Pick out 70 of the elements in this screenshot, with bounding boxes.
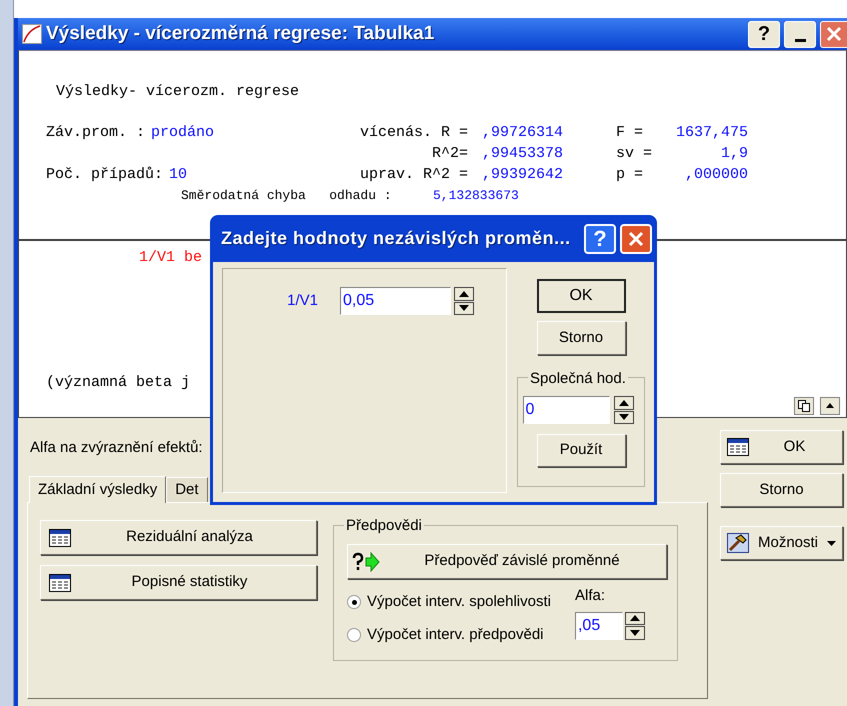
tab[interactable]: Základní výsledky	[29, 476, 166, 503]
significance-note: (významná beta j	[46, 374, 190, 391]
result-label: F =	[616, 123, 644, 143]
radio-label: Výpočet interv. spolehlivosti	[367, 592, 551, 612]
alpha-label: Alfa na zvýraznění efektů:	[30, 439, 203, 456]
dialog-button[interactable]: Storno	[720, 473, 843, 507]
down-arrow-icon	[630, 630, 640, 636]
up-arrow-icon	[459, 290, 469, 297]
minimize-icon	[794, 38, 806, 42]
apply-button[interactable]: Použít	[536, 434, 626, 467]
result-label: uprav. R^2 =	[360, 165, 468, 185]
table-icon	[727, 438, 749, 456]
coefficient-row: 1/V1 be	[139, 249, 202, 266]
collapse-icon[interactable]	[820, 397, 840, 415]
alfa-field[interactable]: ,05	[574, 612, 623, 640]
variable-label: 1/V1	[286, 290, 319, 311]
alfa-label: Alfa:	[574, 586, 606, 606]
copy-icon[interactable]	[794, 397, 814, 415]
predict-button[interactable]: Předpověď závislé proměnné	[347, 544, 667, 579]
dialog-button[interactable]: OK	[720, 430, 843, 464]
result-label: p =	[616, 165, 644, 185]
tab[interactable]: Det	[166, 477, 208, 502]
result-value: prodáno	[151, 123, 214, 143]
radio-button[interactable]	[347, 595, 361, 610]
up-arrow-icon	[630, 615, 640, 622]
dialog-title: Zadejte hodnoty nezávislých proměn...	[221, 227, 571, 250]
question-arrow-icon	[352, 552, 382, 572]
result-value: 10	[169, 165, 188, 185]
result-value: 1,9	[720, 144, 748, 164]
result-value: 1637,475	[676, 123, 748, 143]
result-value: 5,132833673	[433, 188, 519, 204]
result-label: Poč. případů:	[46, 165, 164, 185]
chart-icon	[22, 24, 42, 44]
hammer-icon	[727, 533, 749, 553]
dropdown-caret-icon	[827, 540, 836, 546]
action-button[interactable]: Popisné statistiky	[40, 565, 317, 600]
common-value-field[interactable]: 0	[522, 396, 610, 424]
help-button[interactable]: ?	[584, 224, 616, 254]
down-arrow-icon	[618, 414, 628, 420]
value-field[interactable]: 0,05	[340, 287, 451, 315]
cancel-button[interactable]: Storno	[536, 321, 626, 355]
result-label: sv =	[616, 144, 654, 164]
up-arrow-icon	[618, 400, 628, 406]
close-button[interactable]	[620, 224, 652, 254]
results-heading: Výsledky- vícerozm. regrese	[56, 83, 300, 100]
result-label: Záv.prom. :	[46, 123, 146, 143]
spin-button[interactable]	[454, 287, 474, 315]
options-button[interactable]: Možnosti	[720, 526, 843, 560]
spin-button[interactable]	[614, 396, 634, 424]
radio-button[interactable]	[347, 628, 361, 642]
minimize-button[interactable]	[784, 20, 816, 48]
ok-button[interactable]: OK	[536, 279, 626, 313]
result-value: ,99392642	[482, 165, 564, 185]
help-button[interactable]: ?	[748, 20, 780, 48]
result-label: R^2=	[432, 144, 468, 164]
result-value: ,99453378	[482, 144, 564, 164]
close-button[interactable]	[820, 20, 847, 48]
table-icon	[49, 528, 71, 546]
result-value: ,99726314	[482, 123, 564, 143]
down-arrow-icon	[459, 305, 469, 312]
close-icon	[826, 26, 842, 42]
radio-label: Výpočet interv. předpovědi	[367, 624, 544, 644]
spin-button[interactable]	[624, 612, 645, 640]
action-button[interactable]: Reziduální analýza	[40, 520, 317, 555]
result-value: ,000000	[684, 165, 748, 185]
window-title: Výsledky - vícerozměrná regrese: Tabulka1	[46, 22, 434, 46]
table-icon	[49, 574, 71, 592]
result-label: Směrodatná chyba odhadu :	[181, 188, 392, 203]
result-label: vícenás. R =	[360, 123, 468, 143]
close-icon	[628, 230, 644, 246]
